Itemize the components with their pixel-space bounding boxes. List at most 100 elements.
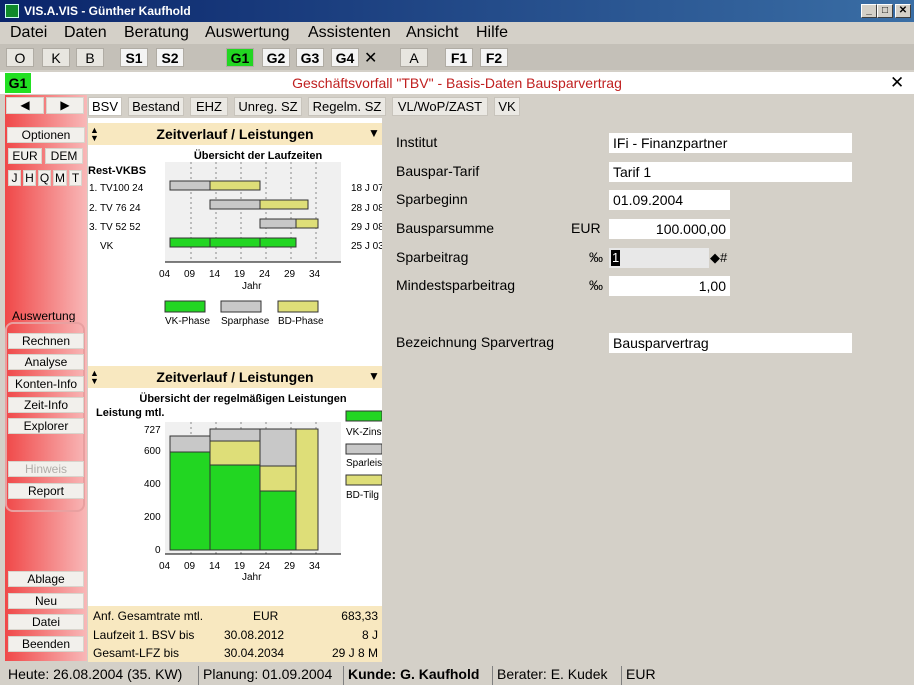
chart1-bar-vk-2 bbox=[209, 237, 261, 248]
tab-regelm-sz[interactable]: Regelm. SZ bbox=[308, 97, 386, 116]
datei-button[interactable]: Datei bbox=[8, 614, 84, 630]
chart2-bar-seg3-spar bbox=[259, 428, 297, 467]
bezeichnung-field[interactable]: Bausparvertrag bbox=[609, 333, 852, 353]
summary-value: 683,33 bbox=[341, 609, 378, 623]
menu-auswertung[interactable]: Auswertung bbox=[205, 24, 290, 42]
chart2-dropdown-icon[interactable]: ▼ bbox=[368, 369, 380, 383]
window-title: VIS.A.VIS - Günther Kaufhold bbox=[24, 4, 191, 18]
menu-assistenten[interactable]: Assistenten bbox=[308, 24, 391, 42]
tab-vk[interactable]: VK bbox=[494, 97, 520, 116]
tab-unreg-sz[interactable]: Unreg. SZ bbox=[234, 97, 302, 116]
toolbar-s2-button[interactable]: S2 bbox=[156, 48, 184, 67]
analyse-button[interactable]: Analyse bbox=[8, 354, 84, 370]
report-button[interactable]: Report bbox=[8, 483, 84, 499]
tab-vl-wop-zast[interactable]: VL/WoP/ZAST bbox=[392, 97, 488, 116]
ablage-button[interactable]: Ablage bbox=[8, 571, 84, 587]
rechnen-button[interactable]: Rechnen bbox=[8, 333, 84, 349]
chart2-xlabel: Jahr bbox=[242, 572, 262, 583]
mindestsparbeitrag-field[interactable]: 1,00 bbox=[609, 276, 730, 296]
zeit-info-button[interactable]: Zeit-Info bbox=[8, 397, 84, 413]
chart2-ytick: 400 bbox=[144, 479, 161, 490]
toolbar-k-button[interactable]: K bbox=[42, 48, 70, 67]
document-close-icon[interactable]: ✕ bbox=[890, 73, 904, 93]
next-button[interactable]: ▶ bbox=[46, 97, 84, 114]
chart1-xtick: 34 bbox=[309, 269, 321, 280]
tab-bsv[interactable]: BSV bbox=[88, 97, 122, 116]
tab-bestand[interactable]: Bestand bbox=[128, 97, 184, 116]
toolbar: O K B S1 S2 G1 G2 G3 G4 ✕ A F1 F2 bbox=[0, 44, 914, 70]
sparbeitrag-unit: ‰ bbox=[589, 249, 603, 265]
period-t-button[interactable]: T bbox=[69, 170, 82, 186]
chart2-xtick: 09 bbox=[184, 561, 196, 572]
sparbeitrag-field[interactable]: 1 bbox=[609, 248, 709, 268]
chart2-bar-seg2-spar bbox=[209, 428, 261, 442]
previous-button[interactable]: ◀ bbox=[6, 97, 44, 114]
period-q-button[interactable]: Q bbox=[38, 170, 51, 186]
chart1-legend-vk: VK-Phase bbox=[165, 316, 211, 327]
chart1-legend-vk-swatch bbox=[164, 300, 206, 313]
chart2-ytick: 727 bbox=[144, 425, 161, 436]
chart-pane: Zeitverlauf / Leistungen ▲ ▼ ▼ Übersicht … bbox=[88, 118, 382, 662]
explorer-button[interactable]: Explorer bbox=[8, 418, 84, 434]
period-m-button[interactable]: M bbox=[53, 170, 67, 186]
minimize-button[interactable]: _ bbox=[861, 4, 877, 18]
chart1-legend-spar-swatch bbox=[220, 300, 262, 313]
menu-daten[interactable]: Daten bbox=[64, 24, 107, 42]
document-caption: Geschäftsvorfall "TBV" - Basis-Daten Bau… bbox=[292, 75, 622, 91]
chart1-xtick: 09 bbox=[184, 269, 196, 280]
chart2-xtick: 19 bbox=[234, 561, 246, 572]
tarif-field[interactable]: Tarif 1 bbox=[609, 162, 852, 182]
toolbar-f1-button[interactable]: F1 bbox=[445, 48, 473, 67]
institut-label: Institut bbox=[396, 134, 438, 150]
toolbar-s1-button[interactable]: S1 bbox=[120, 48, 148, 67]
mindestsparbeitrag-unit: ‰ bbox=[589, 277, 603, 293]
chart2-bar-seg1-vk bbox=[169, 451, 211, 551]
toolbar-a-button[interactable]: A bbox=[400, 48, 428, 67]
chart2-legend-bd-swatch bbox=[345, 474, 382, 486]
app-icon bbox=[5, 4, 19, 18]
tab-ehz[interactable]: EHZ bbox=[190, 97, 228, 116]
summary-value: 29 J 8 M bbox=[331, 646, 378, 660]
options-button[interactable]: Optionen bbox=[7, 127, 85, 143]
menu-beratung[interactable]: Beratung bbox=[124, 24, 189, 42]
eur-toggle[interactable]: EUR bbox=[8, 148, 42, 164]
beenden-button[interactable]: Beenden bbox=[8, 636, 84, 652]
sparbeitrag-label: Sparbeitrag bbox=[396, 249, 469, 265]
konten-info-button[interactable]: Konten-Info bbox=[8, 376, 84, 392]
chart2-legend-vk-swatch bbox=[345, 410, 382, 422]
chart2-ytick: 600 bbox=[144, 446, 161, 457]
summary-mid: 30.04.2034 bbox=[224, 646, 285, 660]
toolbar-o-button[interactable]: O bbox=[6, 48, 34, 67]
maximize-button[interactable]: □ bbox=[877, 4, 893, 18]
period-h-button[interactable]: H bbox=[23, 170, 36, 186]
dem-toggle[interactable]: DEM bbox=[45, 148, 83, 164]
summary-value: 8 J bbox=[361, 628, 378, 642]
toolbar-g3-button[interactable]: G3 bbox=[296, 48, 324, 67]
bezeichnung-label: Bezeichnung Sparvertrag bbox=[396, 334, 554, 350]
bausparsumme-field[interactable]: 100.000,00 bbox=[609, 219, 730, 239]
chart2-bar-seg1-spar bbox=[169, 435, 211, 453]
chart1-xtick: 24 bbox=[259, 269, 271, 280]
toolbar-g1-button[interactable]: G1 bbox=[226, 48, 254, 67]
chart2-scroll-icon[interactable]: ▲ ▼ bbox=[90, 369, 99, 386]
summary-mid: EUR bbox=[253, 609, 279, 623]
chart1-bar-row2-bd bbox=[259, 199, 309, 210]
mindestsparbeitrag-label: Mindestsparbeitrag bbox=[396, 277, 516, 293]
toolbar-f2-button[interactable]: F2 bbox=[480, 48, 508, 67]
toolbar-g2-button[interactable]: G2 bbox=[262, 48, 290, 67]
chart2-ylabel: Leistung mtl. bbox=[96, 407, 165, 419]
toolbar-g4-button[interactable]: G4 bbox=[331, 48, 359, 67]
sparbeginn-field[interactable]: 01.09.2004 bbox=[609, 190, 730, 210]
menu-ansicht[interactable]: Ansicht bbox=[406, 24, 458, 42]
institut-field[interactable]: IFi - Finanzpartner bbox=[609, 133, 852, 153]
hinweis-button[interactable]: Hinweis bbox=[8, 461, 84, 477]
neu-button[interactable]: Neu bbox=[8, 593, 84, 609]
chart1-xtick: 04 bbox=[159, 269, 171, 280]
menu-hilfe[interactable]: Hilfe bbox=[476, 24, 508, 42]
chart2-title: Übersicht der regelmäßigen Leistungen bbox=[139, 393, 347, 405]
toolbar-b-button[interactable]: B bbox=[76, 48, 104, 67]
close-window-button[interactable]: ✕ bbox=[895, 4, 911, 18]
period-j-button[interactable]: J bbox=[8, 170, 21, 186]
menu-datei[interactable]: Datei bbox=[10, 24, 47, 42]
toolbar-close-icon[interactable]: ✕ bbox=[364, 48, 377, 68]
